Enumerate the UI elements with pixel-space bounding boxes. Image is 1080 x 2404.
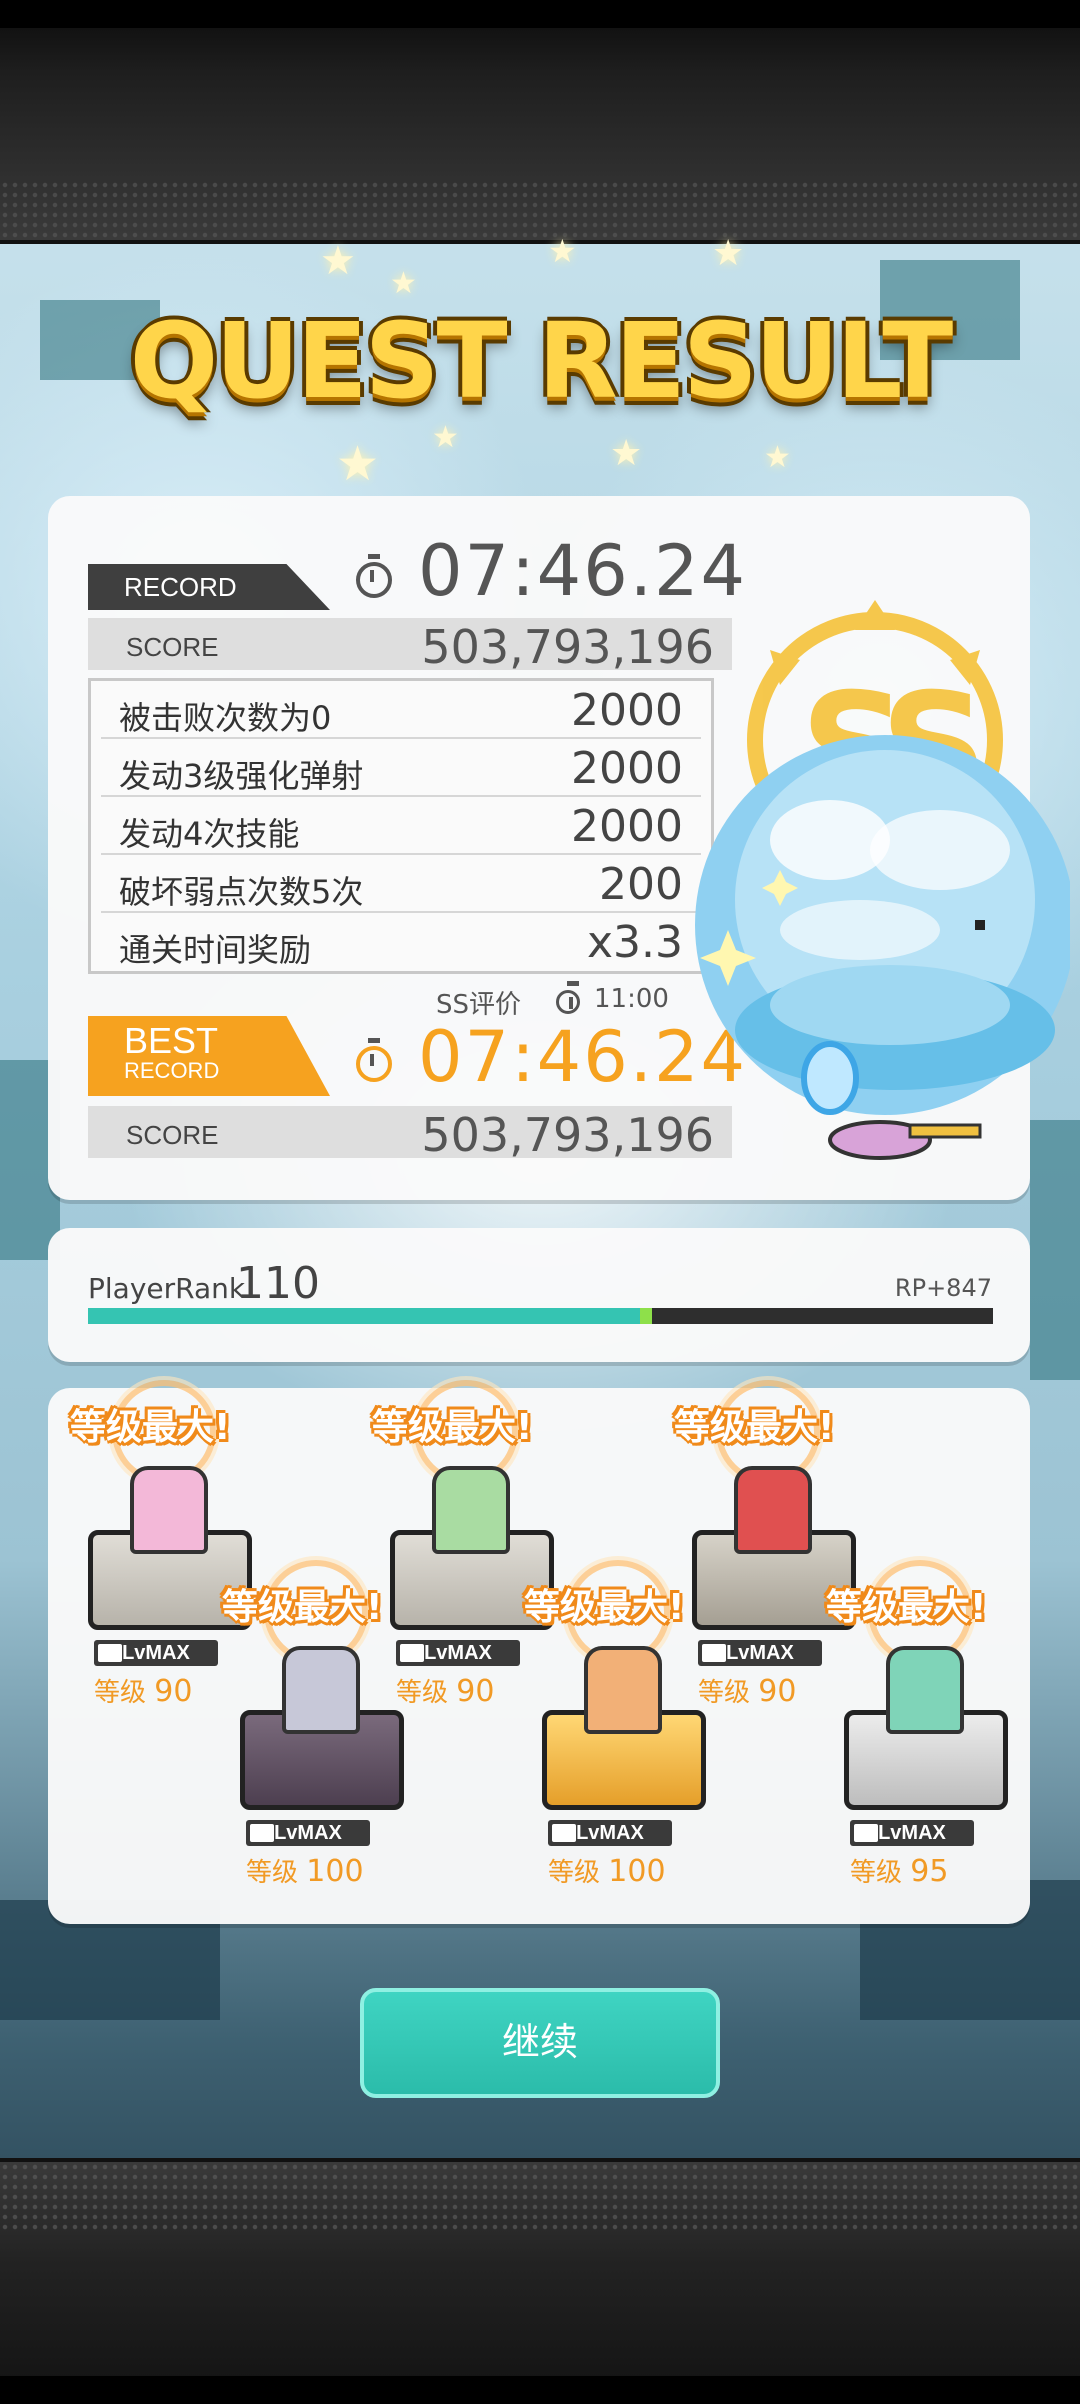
sparkle-icon: ★ bbox=[764, 441, 791, 474]
status-bar bbox=[0, 0, 1080, 28]
character-level: 等级 90 bbox=[94, 1674, 193, 1709]
sparkle-icon: ★ bbox=[336, 438, 380, 491]
sparkle-icon: ★ bbox=[432, 421, 459, 454]
best-score-value: 503,793,196 bbox=[421, 1108, 714, 1162]
rank-points-gain: RP+847 bbox=[894, 1274, 992, 1302]
record-score-value: 503,793,196 bbox=[421, 620, 714, 674]
ss-rank-emblem: S S bbox=[695, 600, 1070, 1160]
lvmax-label: LvMAX bbox=[94, 1640, 218, 1666]
bonus-value: 200 bbox=[599, 859, 683, 910]
character-sprite bbox=[432, 1466, 510, 1554]
sparkle-icon: ★ bbox=[320, 239, 356, 283]
sparkle-icon: ★ bbox=[712, 232, 745, 273]
level-max-badge: 等级最大! bbox=[70, 1380, 270, 1484]
bonus-name: 发动4次技能 bbox=[119, 815, 300, 853]
level-max-badge: 等级最大! bbox=[674, 1380, 874, 1484]
player-rank-value: 110 bbox=[236, 1258, 320, 1309]
ss-criteria-time: 11:00 bbox=[594, 984, 669, 1014]
record-score-label: SCORE bbox=[126, 632, 219, 662]
bonus-list: 被击败次数为0 2000 发动3级强化弹射 2000 发动4次技能 2000 破… bbox=[88, 678, 714, 974]
character-level: 等级 100 bbox=[548, 1854, 666, 1889]
top-bar-pattern bbox=[0, 180, 1080, 240]
character-card: 等级最大! LvMAX 等级 95 bbox=[826, 1560, 1008, 1889]
record-score-row: SCORE 503,793,196 bbox=[88, 618, 732, 674]
character-card: 等级最大! LvMAX 等级 100 bbox=[524, 1560, 706, 1889]
sparkle-icon: ★ bbox=[548, 233, 577, 269]
bonus-value: 2000 bbox=[571, 743, 683, 794]
character-sprite bbox=[584, 1646, 662, 1734]
timer-icon bbox=[356, 554, 392, 598]
lvmax-label: LvMAX bbox=[548, 1820, 672, 1846]
character-sprite bbox=[130, 1466, 208, 1554]
lvmax-label: LvMAX bbox=[396, 1640, 520, 1666]
bonus-value: x3.3 bbox=[586, 917, 683, 968]
character-sprite bbox=[282, 1646, 360, 1734]
character-level: 等级 100 bbox=[246, 1854, 364, 1889]
sparkle-icon: ★ bbox=[390, 267, 417, 300]
rank-progress-fill bbox=[88, 1308, 641, 1324]
best-tag-sub: RECORD bbox=[124, 1058, 220, 1083]
character-level: 等级 95 bbox=[850, 1854, 949, 1889]
character-level: 等级 90 bbox=[698, 1674, 797, 1709]
character-card: 等级最大! LvMAX 等级 100 bbox=[222, 1560, 404, 1889]
lvmax-label: LvMAX bbox=[850, 1820, 974, 1846]
bonus-name: 通关时间奖励 bbox=[119, 931, 312, 969]
pixel-bubble bbox=[695, 735, 1070, 1115]
player-rank-label: PlayerRank bbox=[88, 1272, 246, 1305]
page-title: QUEST RESULT bbox=[129, 300, 953, 422]
bottom-bar bbox=[0, 2158, 1080, 2404]
rank-progress-bar bbox=[88, 1308, 993, 1324]
bonus-row: 发动4次技能 2000 bbox=[101, 797, 701, 855]
character-sprite bbox=[734, 1466, 812, 1554]
best-score-row: SCORE 503,793,196 bbox=[88, 1106, 732, 1162]
bonus-name: 被击败次数为0 bbox=[119, 699, 332, 737]
bonus-row: 被击败次数为0 2000 bbox=[101, 681, 701, 739]
best-score-label: SCORE bbox=[126, 1120, 219, 1150]
bonus-name: 破坏弱点次数5次 bbox=[119, 873, 364, 911]
bonus-value: 2000 bbox=[571, 685, 683, 736]
bonus-name: 发动3级强化弹射 bbox=[119, 757, 364, 795]
bonus-row: 破坏弱点次数5次 200 bbox=[101, 855, 701, 913]
character-level: 等级 90 bbox=[396, 1674, 495, 1709]
rank-progress-gain bbox=[640, 1308, 653, 1324]
continue-button[interactable]: 继续 bbox=[360, 1988, 720, 2098]
level-max-badge: 等级最大! bbox=[372, 1380, 572, 1484]
bonus-row: 发动3级强化弹射 2000 bbox=[101, 739, 701, 797]
bonus-value: 2000 bbox=[571, 801, 683, 852]
lvmax-label: LvMAX bbox=[698, 1640, 822, 1666]
sparkle-icon: ★ bbox=[610, 432, 643, 473]
bonus-row: 通关时间奖励 x3.3 bbox=[101, 913, 701, 969]
level-max-badge: 等级最大! bbox=[826, 1560, 1026, 1664]
bottom-bar-pattern bbox=[0, 2162, 1080, 2232]
character-sprite bbox=[886, 1646, 964, 1734]
timer-icon bbox=[556, 981, 580, 1014]
top-bar bbox=[0, 0, 1080, 244]
timer-icon bbox=[356, 1038, 392, 1082]
lvmax-label: LvMAX bbox=[246, 1820, 370, 1846]
